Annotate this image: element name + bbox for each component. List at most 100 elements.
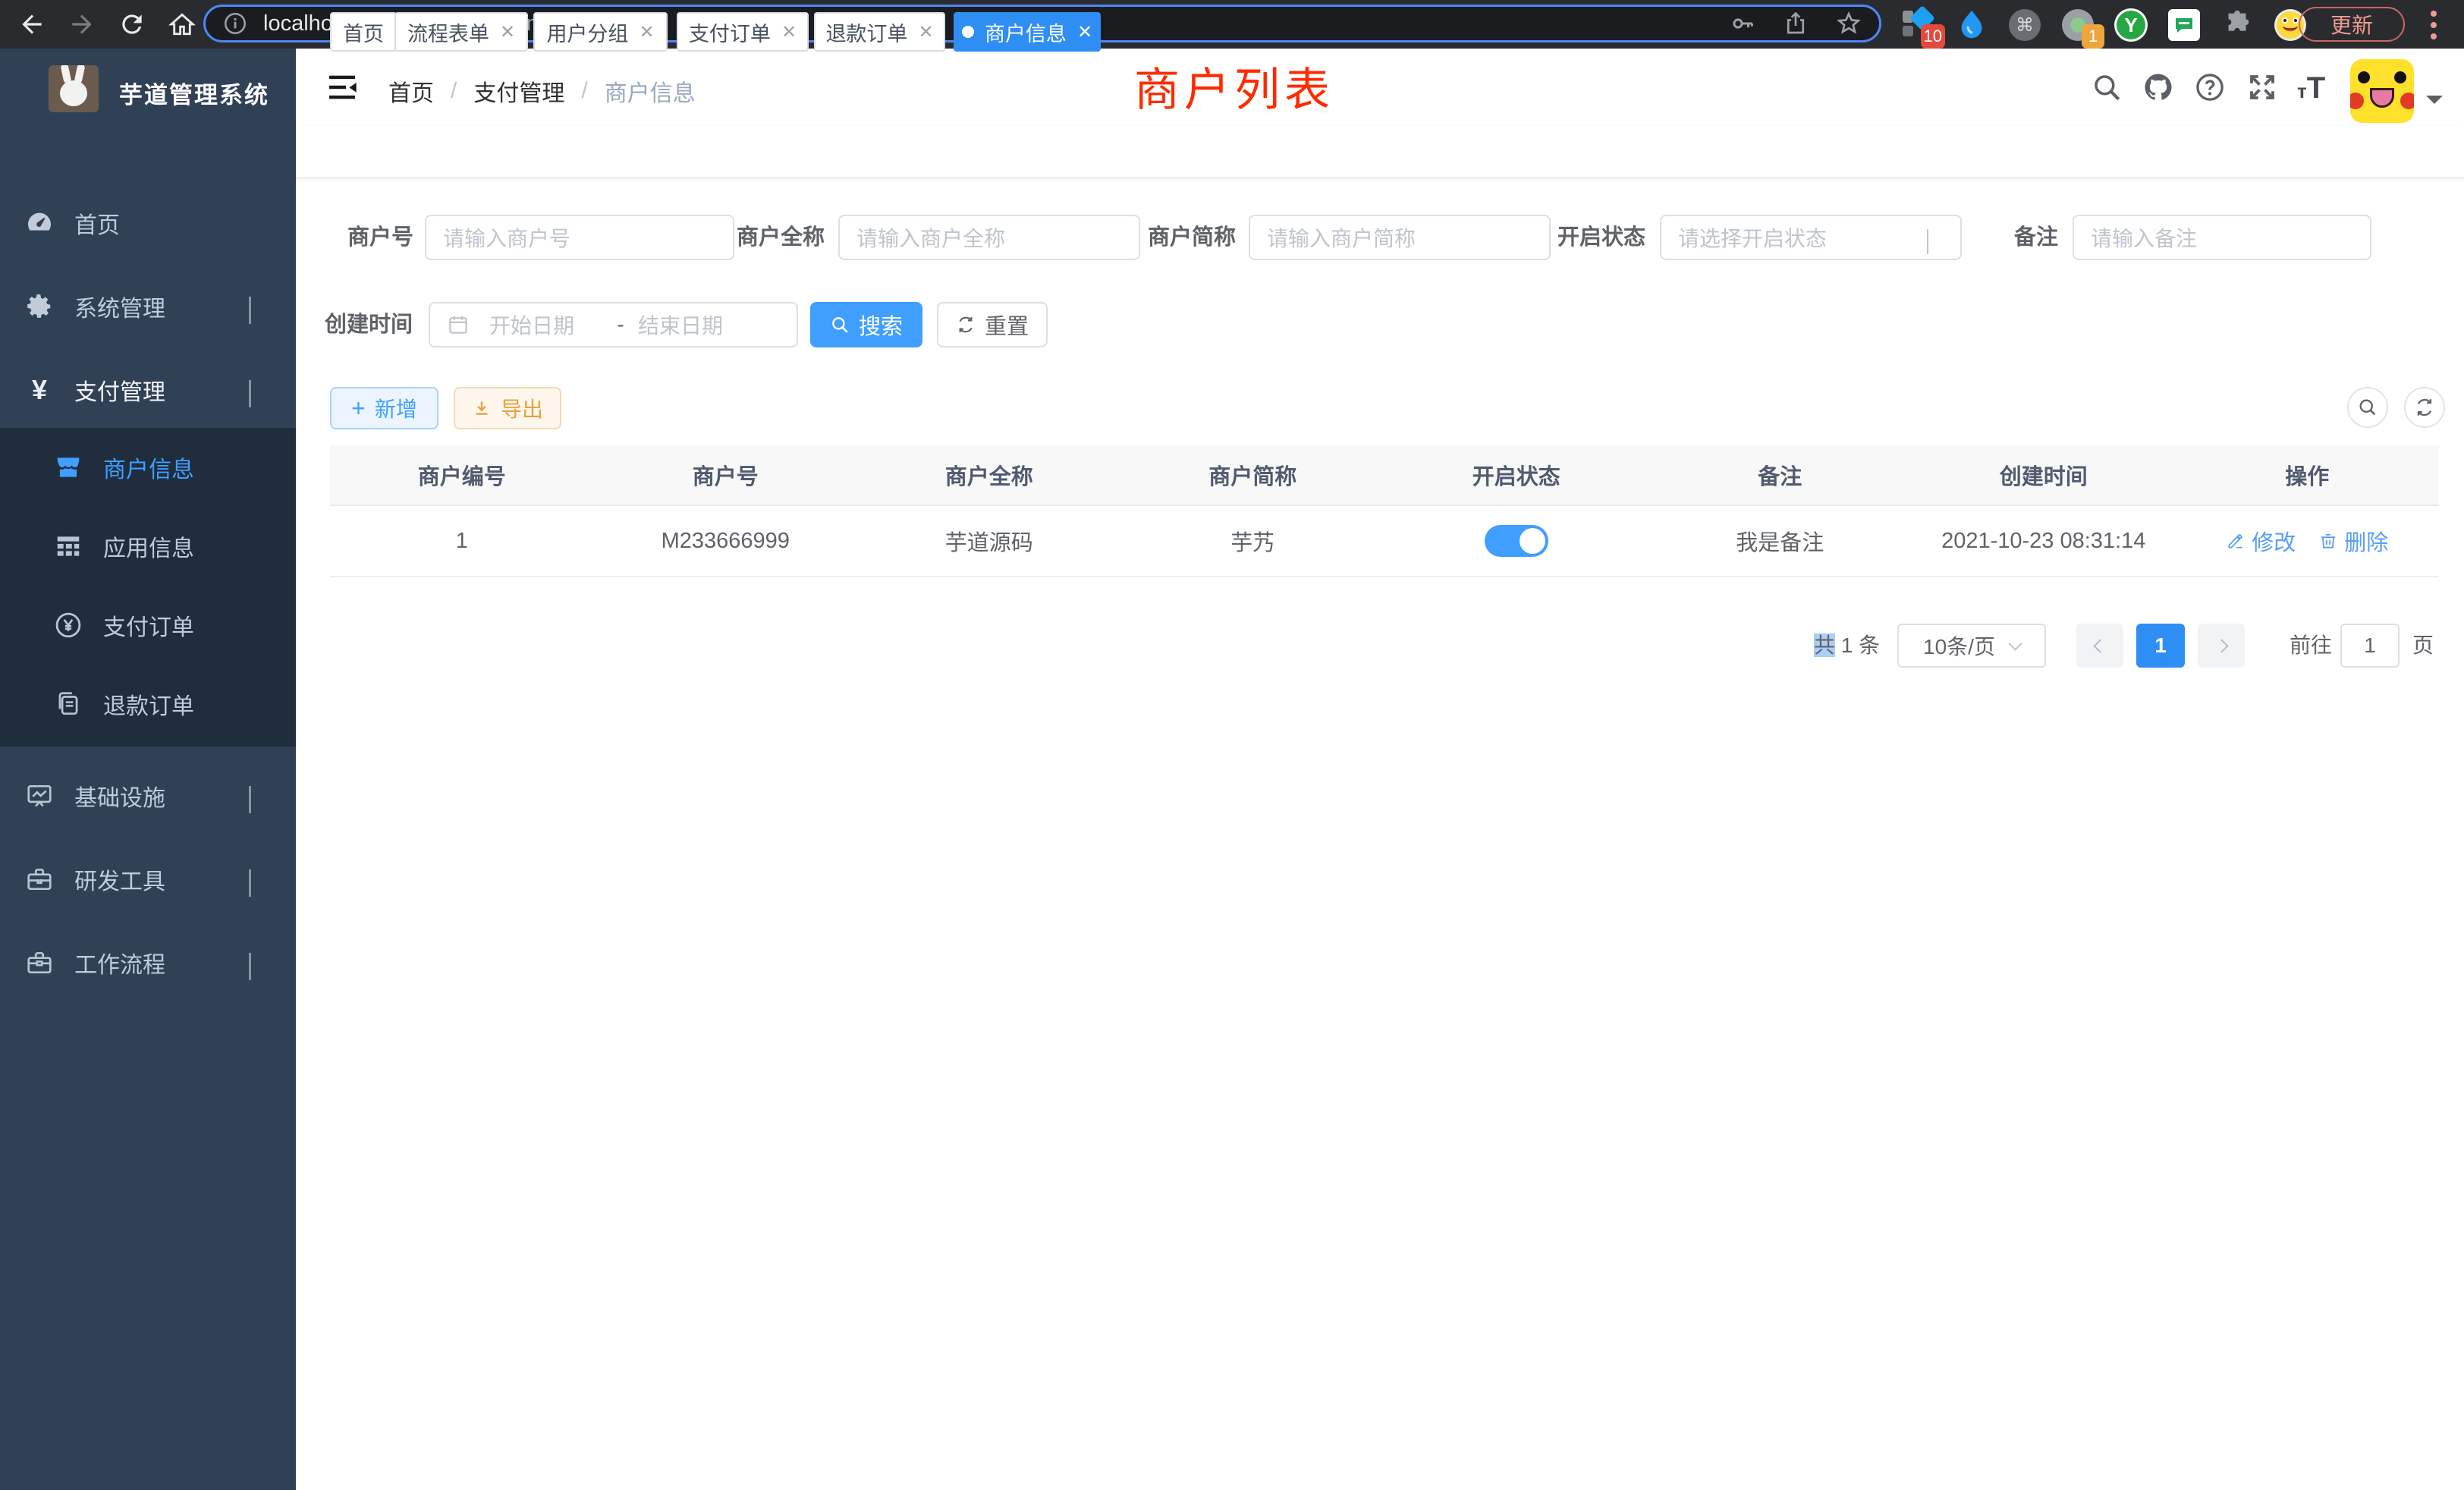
add-button-label: 新增: [375, 393, 417, 423]
tab-close-icon[interactable]: ✕: [918, 21, 933, 43]
extensions-puzzle-icon[interactable]: [2220, 8, 2255, 42]
sidebar-item-home[interactable]: 首页: [0, 185, 296, 261]
dashboard-icon: [23, 208, 56, 238]
delete-link[interactable]: 删除: [2318, 525, 2388, 557]
reset-button[interactable]: 重置: [937, 302, 1048, 347]
sidebar-item-app-info[interactable]: 应用信息: [0, 508, 296, 584]
sidebar: 芋道管理系统 首页 系统管理 ¥ 支付管理 商户信息: [0, 49, 296, 1490]
app-title[interactable]: 芋道管理系统: [119, 76, 269, 110]
github-icon[interactable]: [2142, 71, 2174, 103]
bookmark-star-icon[interactable]: [1835, 10, 1862, 37]
extension-drop-icon[interactable]: [1954, 8, 1989, 42]
page-info-icon[interactable]: [222, 11, 248, 36]
table-search-toggle-button[interactable]: [2347, 387, 2388, 428]
chevron-down-icon: [249, 297, 269, 316]
tab-refund-order[interactable]: 退款订单✕: [814, 12, 945, 52]
filter-label-merchant-no: 商户号: [319, 215, 413, 260]
filter-label-status: 开启状态: [1557, 215, 1645, 260]
merchant-no-input[interactable]: 请输入商户号: [425, 215, 734, 260]
current-page: 1: [2154, 633, 2167, 658]
tab-close-icon[interactable]: ✕: [781, 21, 797, 43]
status-select[interactable]: 请选择开启状态: [1660, 215, 1962, 260]
browser-menu-icon[interactable]: [2431, 11, 2438, 39]
app-logo[interactable]: [49, 65, 99, 112]
search-button[interactable]: 搜索: [810, 302, 922, 347]
sidebar-item-merchant-info[interactable]: 商户信息: [0, 429, 296, 505]
password-key-icon[interactable]: [1729, 10, 1756, 37]
share-icon[interactable]: [1782, 10, 1809, 37]
chevron-down-icon: [2008, 637, 2022, 650]
avatar-caret-down-icon[interactable]: [2426, 96, 2443, 112]
browser-forward-icon[interactable]: [67, 10, 97, 39]
breadcrumb-pay[interactable]: 支付管理: [473, 74, 564, 108]
sidebar-item-pay[interactable]: ¥ 支付管理: [0, 352, 296, 428]
end-date-placeholder[interactable]: 结束日期: [638, 310, 723, 340]
sidebar-item-label: 退款订单: [103, 687, 194, 721]
page-1-button[interactable]: 1: [2136, 624, 2185, 668]
goto-page-input[interactable]: 1: [2340, 624, 2400, 668]
fullscreen-icon[interactable]: [2246, 71, 2278, 103]
trash-icon: [2318, 531, 2338, 551]
export-button[interactable]: 导出: [454, 387, 561, 429]
edit-link[interactable]: 修改: [2226, 525, 2296, 557]
prev-page-button[interactable]: [2076, 624, 2123, 668]
header-search-icon[interactable]: [2091, 71, 2123, 103]
next-page-button[interactable]: [2198, 624, 2245, 668]
sidebar-item-refund-order[interactable]: 退款订单: [0, 666, 296, 742]
tab-pay-order[interactable]: 支付订单 ✕: [677, 12, 809, 52]
sidebar-item-devtools[interactable]: 研发工具: [0, 841, 296, 917]
sidebar-item-system[interactable]: 系统管理: [0, 269, 296, 344]
merchant-short-input[interactable]: 请输入商户简称: [1249, 215, 1551, 260]
export-button-label: 导出: [501, 393, 543, 423]
tab-home[interactable]: 首页: [330, 12, 397, 52]
merchant-name-input[interactable]: 请输入商户全称: [838, 215, 1140, 260]
status-toggle[interactable]: [1485, 525, 1548, 557]
user-avatar[interactable]: [2350, 59, 2414, 123]
chevron-down-icon: [249, 869, 269, 889]
tab-merchant-info[interactable]: 商户信息✕: [954, 12, 1101, 52]
pagination-total: 共 1 条: [1814, 624, 1880, 668]
browser-update-button[interactable]: 更新: [2299, 7, 2405, 42]
sidebar-item-label: 基础设施: [74, 779, 165, 813]
placeholder-text: 请输入备注: [2091, 222, 2197, 253]
remark-input[interactable]: 请输入备注: [2073, 215, 2371, 260]
tab-label: 支付订单: [689, 17, 771, 47]
placeholder-text: 请选择开启状态: [1678, 222, 1827, 253]
font-size-icon[interactable]: тT: [2297, 71, 2329, 103]
sidebar-item-pay-order[interactable]: 支付订单: [0, 587, 296, 663]
sidebar-item-workflow[interactable]: 工作流程: [0, 925, 296, 1001]
briefcase-icon: [23, 948, 56, 977]
breadcrumb-home[interactable]: 首页: [388, 74, 434, 108]
extension-tampermonkey-icon[interactable]: 10: [1901, 8, 1936, 42]
extension-y-icon[interactable]: Y: [2114, 8, 2148, 42]
active-dot: [962, 26, 974, 38]
edit-label: 修改: [2252, 525, 2296, 557]
tab-user-group[interactable]: 用户分组✕: [533, 12, 668, 52]
tab-close-icon[interactable]: ✕: [500, 21, 515, 43]
browser-reload-icon[interactable]: [117, 10, 147, 39]
sidebar-fold-icon[interactable]: [326, 74, 358, 100]
sidebar-item-infra[interactable]: 基础设施: [0, 758, 296, 834]
add-button[interactable]: + 新增: [330, 387, 438, 429]
range-separator: -: [603, 313, 638, 337]
table-refresh-button[interactable]: [2404, 387, 2445, 428]
annotation-title: 商户列表: [1134, 53, 1334, 119]
create-time-range-picker[interactable]: 开始日期 - 结束日期: [429, 302, 798, 347]
browser-home-icon[interactable]: [167, 10, 197, 39]
extension-command-icon[interactable]: ⌘: [2007, 8, 2042, 42]
browser-back-icon[interactable]: [17, 10, 47, 39]
col-merchant-name: 商户全称: [857, 459, 1121, 491]
sidebar-submenu-pay: 商户信息 应用信息 支付订单 退款订单: [0, 428, 296, 747]
tab-close-icon[interactable]: ✕: [639, 21, 654, 43]
page-size-select[interactable]: 10条/页: [1897, 624, 2046, 668]
tab-process-form[interactable]: 流程表单✕: [394, 12, 528, 52]
app-root: localhost:1024/pay/merchant 10 ⌘: [0, 0, 2464, 1490]
extension-chat-icon[interactable]: [2167, 8, 2202, 42]
cell-remark: 我是备注: [1648, 525, 1912, 557]
help-icon[interactable]: [2194, 71, 2226, 103]
tab-close-icon[interactable]: ✕: [1077, 21, 1092, 43]
calendar-icon: [447, 313, 470, 336]
start-date-placeholder[interactable]: 开始日期: [489, 310, 603, 340]
extension-recorder-icon[interactable]: 1: [2060, 8, 2095, 42]
breadcrumb-current: 商户信息: [605, 74, 696, 108]
